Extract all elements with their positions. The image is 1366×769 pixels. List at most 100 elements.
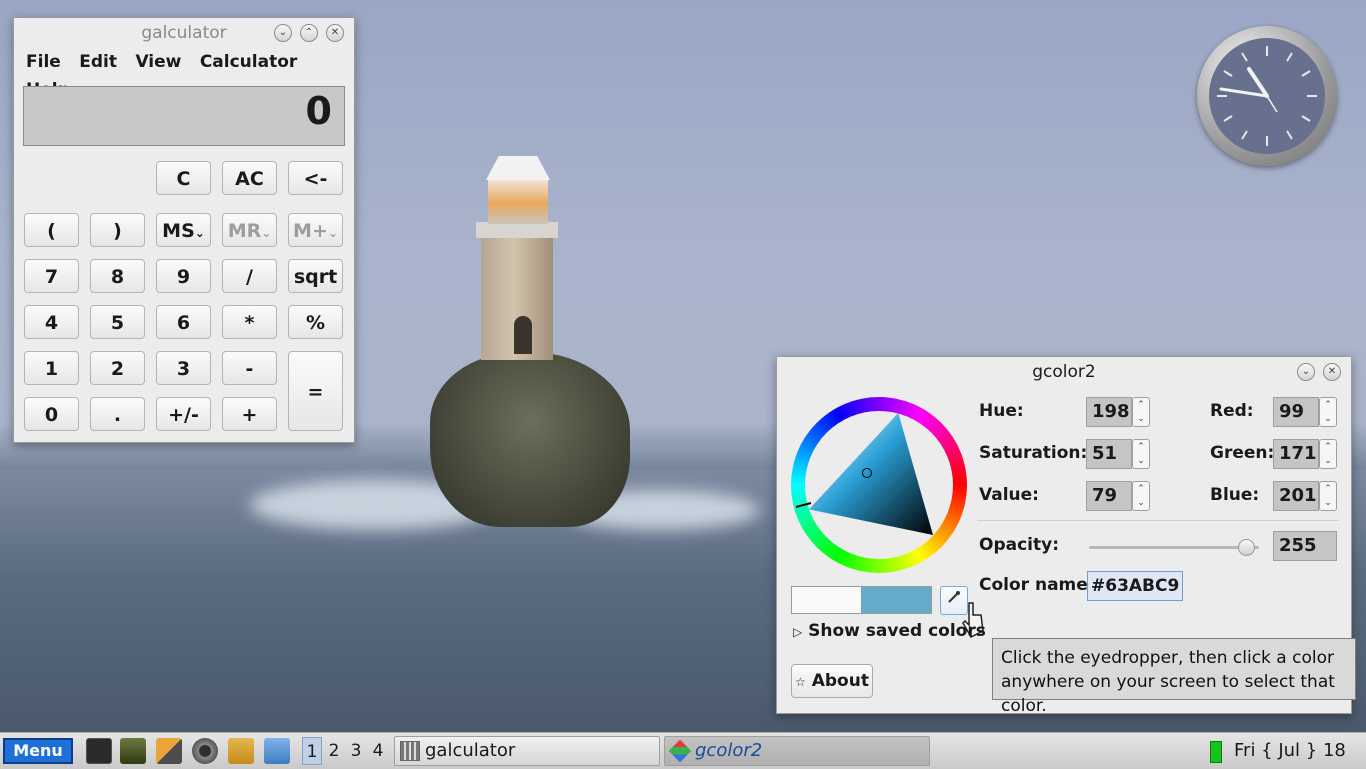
memory-add-button[interactable]: M+⌄ <box>288 213 343 247</box>
all-clear-button[interactable]: AC <box>222 161 277 195</box>
equals-button[interactable]: = <box>288 351 343 431</box>
divide-button[interactable]: / <box>222 259 277 293</box>
wallpaper-lighthouse-lantern <box>488 178 548 224</box>
clear-button[interactable]: C <box>156 161 211 195</box>
digit-7-button[interactable]: 7 <box>24 259 79 293</box>
show-saved-colors-expander[interactable]: ▷ Show saved colors <box>793 621 986 641</box>
task-label: gcolor2 <box>695 740 763 761</box>
window-title: gcolor2 <box>1032 362 1096 382</box>
sqrt-button[interactable]: sqrt <box>288 259 343 293</box>
folder-icon[interactable] <box>228 738 254 764</box>
wallpaper-lighthouse-balcony <box>476 222 558 238</box>
menu-view[interactable]: View <box>135 48 181 76</box>
digit-9-button[interactable]: 9 <box>156 259 211 293</box>
clock-hands <box>1217 46 1317 146</box>
start-menu-button[interactable]: Menu <box>3 738 73 764</box>
clock-face <box>1209 38 1325 154</box>
galculator-titlebar[interactable]: galculator ⌄ ⌃ ✕ <box>14 18 354 48</box>
close-paren-button[interactable]: ) <box>90 213 145 247</box>
digit-5-button[interactable]: 5 <box>90 305 145 339</box>
opacity-field[interactable]: 255 <box>1273 531 1337 561</box>
value-value[interactable]: 79 <box>1086 481 1132 511</box>
close-icon[interactable]: ✕ <box>1323 363 1341 381</box>
digit-2-button[interactable]: 2 <box>90 351 145 385</box>
opacity-slider-handle[interactable] <box>1238 539 1255 556</box>
menubar: File Edit View Calculator Help <box>14 48 354 100</box>
green-value[interactable]: 171 <box>1273 439 1319 469</box>
digit-6-button[interactable]: 6 <box>156 305 211 339</box>
display-value: 0 <box>305 89 332 133</box>
saturation-label: Saturation: <box>979 443 1088 463</box>
gcolor2-titlebar[interactable]: gcolor2 ⌄ ✕ <box>777 357 1351 387</box>
color-cube-icon <box>668 739 692 763</box>
menu-calculator[interactable]: Calculator <box>200 48 297 76</box>
minimize-icon[interactable]: ⌄ <box>1297 363 1315 381</box>
opacity-slider[interactable] <box>1089 546 1259 549</box>
opacity-value[interactable]: 255 <box>1273 531 1337 561</box>
media-player-icon[interactable] <box>120 738 146 764</box>
decimal-point-button[interactable]: . <box>90 397 145 431</box>
menu-edit[interactable]: Edit <box>79 48 117 76</box>
maximize-icon[interactable]: ⌃ <box>300 24 318 42</box>
blue-value[interactable]: 201 <box>1273 481 1319 511</box>
spin-arrows-icon[interactable]: ⌃ ⌄ <box>1132 439 1150 469</box>
color-picker-dot[interactable] <box>862 468 872 478</box>
task-label: galculator <box>425 740 516 761</box>
red-value[interactable]: 99 <box>1273 397 1319 427</box>
workspace-2[interactable]: 2 <box>324 737 344 765</box>
expander-arrow-icon: ▷ <box>793 625 803 639</box>
blue-spinner[interactable]: 201 ⌃ ⌄ <box>1273 481 1337 511</box>
plus-button[interactable]: + <box>222 397 277 431</box>
minimize-icon[interactable]: ⌄ <box>274 24 292 42</box>
window-title: galculator <box>141 23 227 43</box>
taskbar: Menu 1 2 3 4 galculator gcolor2 Fri { Ju… <box>0 732 1366 769</box>
spin-arrows-icon[interactable]: ⌃ ⌄ <box>1319 439 1337 469</box>
color-name-input[interactable]: #63ABC9 <box>1087 571 1183 601</box>
disc-icon[interactable] <box>192 738 218 764</box>
spin-arrows-icon[interactable]: ⌃ ⌄ <box>1132 397 1150 427</box>
wallpaper-rock <box>430 352 630 527</box>
red-label: Red: <box>1210 401 1254 421</box>
workspace-1[interactable]: 1 <box>302 737 322 765</box>
multiply-button[interactable]: * <box>222 305 277 339</box>
galculator-window: galculator ⌄ ⌃ ✕ File Edit View Calculat… <box>13 17 355 443</box>
green-label: Green: <box>1210 443 1275 463</box>
green-spinner[interactable]: 171 ⌃ ⌄ <box>1273 439 1337 469</box>
digit-4-button[interactable]: 4 <box>24 305 79 339</box>
chevron-down-icon: ⌄ <box>194 226 205 240</box>
hue-value[interactable]: 198 <box>1086 397 1132 427</box>
menu-file[interactable]: File <box>26 48 61 76</box>
percent-button[interactable]: % <box>288 305 343 339</box>
eyedropper-icon <box>947 591 961 608</box>
open-paren-button[interactable]: ( <box>24 213 79 247</box>
digit-8-button[interactable]: 8 <box>90 259 145 293</box>
spin-arrows-icon[interactable]: ⌃ ⌄ <box>1319 481 1337 511</box>
memory-recall-button[interactable]: MR⌄ <box>222 213 277 247</box>
value-spinner[interactable]: 79 ⌃ ⌄ <box>1086 481 1150 511</box>
taskbar-clock[interactable]: Fri { Jul } 18 <box>1234 737 1346 765</box>
app-grid-icon[interactable] <box>156 738 182 764</box>
terminal-icon[interactable] <box>86 738 112 764</box>
task-gcolor2[interactable]: gcolor2 <box>664 736 930 766</box>
workspace-3[interactable]: 3 <box>346 737 366 765</box>
close-icon[interactable]: ✕ <box>326 24 344 42</box>
saturation-spinner[interactable]: 51 ⌃ ⌄ <box>1086 439 1150 469</box>
saturation-value[interactable]: 51 <box>1086 439 1132 469</box>
backspace-button[interactable]: <- <box>288 161 343 195</box>
hue-spinner[interactable]: 198 ⌃ ⌄ <box>1086 397 1150 427</box>
digit-0-button[interactable]: 0 <box>24 397 79 431</box>
digit-1-button[interactable]: 1 <box>24 351 79 385</box>
value-label: Value: <box>979 485 1039 505</box>
previous-color-swatch <box>791 586 863 614</box>
about-button[interactable]: ☆ About <box>791 664 873 698</box>
network-icon[interactable] <box>264 738 290 764</box>
task-galculator[interactable]: galculator <box>394 736 660 766</box>
digit-3-button[interactable]: 3 <box>156 351 211 385</box>
workspace-4[interactable]: 4 <box>368 737 388 765</box>
spin-arrows-icon[interactable]: ⌃ ⌄ <box>1319 397 1337 427</box>
spin-arrows-icon[interactable]: ⌃ ⌄ <box>1132 481 1150 511</box>
sign-toggle-button[interactable]: +/- <box>156 397 211 431</box>
memory-store-button[interactable]: MS⌄ <box>156 213 211 247</box>
red-spinner[interactable]: 99 ⌃ ⌄ <box>1273 397 1337 427</box>
minus-button[interactable]: - <box>222 351 277 385</box>
